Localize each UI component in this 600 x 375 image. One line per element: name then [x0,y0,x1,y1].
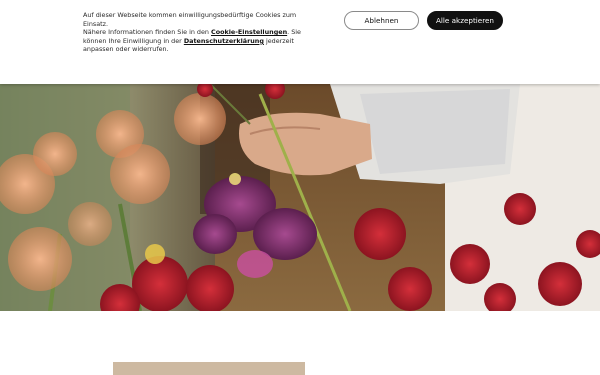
cookie-consent-banner: Auf dieser Webseite kommen einwilligungs… [0,0,600,84]
cookie-settings-link[interactable]: Cookie-Einstellungen [211,28,287,36]
hero-image [0,84,600,311]
decline-cookies-button[interactable]: Ablehnen [344,11,419,30]
cookie-text-line-1: Auf dieser Webseite kommen einwilligungs… [83,11,297,28]
content-card-top [113,362,305,375]
cookie-text-prefix: Nähere Informationen finden Sie in den [83,28,212,37]
privacy-policy-link[interactable]: Datenschutzerklärung [184,37,264,45]
florist-flowers-photo-icon [0,84,600,311]
cookie-consent-text: Auf dieser Webseite kommen einwilligungs… [83,11,319,54]
accept-all-cookies-button[interactable]: Alle akzeptieren [427,11,503,30]
